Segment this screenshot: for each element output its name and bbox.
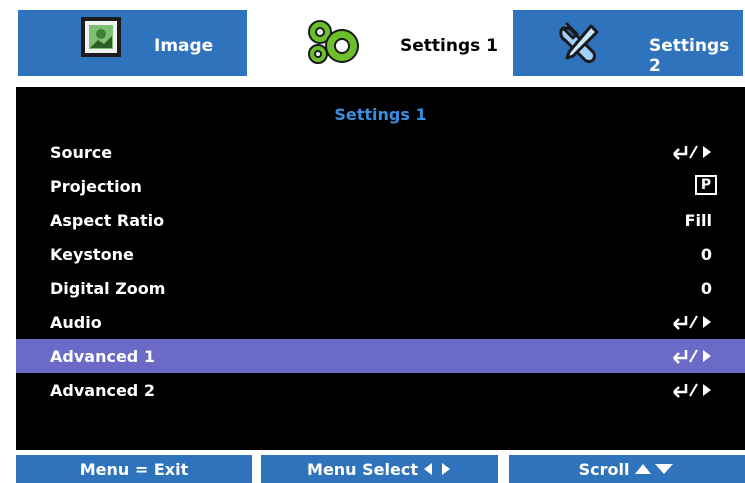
menu-item-source[interactable]: Source [16, 135, 745, 169]
tab-settings-1-label: Settings 1 [400, 36, 498, 56]
tab-settings-2[interactable]: Settings 2 [511, 8, 745, 78]
menu-item-advanced-2[interactable]: Advanced 2 [16, 373, 745, 407]
gears-icon [308, 20, 359, 64]
tab-image[interactable]: Image [16, 8, 249, 78]
menu-item-keystone[interactable]: Keystone 0 [16, 237, 745, 271]
tools-icon [559, 22, 599, 63]
menu-item-label: Keystone [50, 245, 134, 264]
menu-item-label: Source [50, 143, 113, 162]
menu-item-label: Projection [50, 177, 142, 196]
menu-exit-hint[interactable]: Menu = Exit [16, 455, 252, 483]
menu-item-projection[interactable]: Projection P [16, 169, 745, 203]
tab-bar: Image Settings 1 Settings 2 [0, 0, 745, 88]
scroll-hint[interactable]: Scroll [509, 455, 745, 483]
aspect-ratio-value: Fill [684, 211, 712, 230]
tab-settings-2-label: Settings 2 [649, 36, 730, 76]
settings-panel: Settings 1 Source Projection P Aspect Ra… [16, 87, 745, 450]
menu-item-label: Digital Zoom [50, 279, 166, 298]
tab-image-label: Image [154, 36, 214, 56]
left-right-arrows-icon [423, 463, 450, 475]
enter-right-icon [673, 383, 711, 398]
enter-right-icon [673, 145, 711, 160]
menu-item-label: Audio [50, 313, 102, 332]
menu-item-aspect-ratio[interactable]: Aspect Ratio Fill [16, 203, 745, 237]
up-down-arrows-icon [635, 464, 674, 474]
menu-list: Source Projection P Aspect Ratio Fill Ke… [16, 135, 745, 407]
menu-item-label: Aspect Ratio [50, 211, 165, 230]
menu-item-label: Advanced 2 [50, 381, 155, 400]
projection-value-box: P [695, 175, 717, 195]
menu-item-advanced-1[interactable]: Advanced 1 [16, 339, 745, 373]
menu-select-hint[interactable]: Menu Select [261, 455, 498, 483]
menu-exit-label: Menu = Exit [79, 459, 189, 479]
scroll-label: Scroll [578, 459, 630, 479]
projector-osd-menu: Image Settings 1 Settings 2 Settings 1 S… [0, 0, 745, 483]
menu-item-audio[interactable]: Audio [16, 305, 745, 339]
digital-zoom-value: 0 [700, 279, 712, 298]
panel-title: Settings 1 [334, 105, 427, 124]
tab-settings-1[interactable]: Settings 1 [258, 0, 505, 88]
keystone-value: 0 [700, 245, 712, 264]
enter-right-icon [673, 349, 711, 364]
enter-right-icon [673, 315, 711, 330]
footer-help-bar: Menu = Exit Menu Select Scroll [0, 455, 745, 483]
menu-item-digital-zoom[interactable]: Digital Zoom 0 [16, 271, 745, 305]
menu-item-label: Advanced 1 [50, 347, 155, 366]
image-icon [81, 17, 121, 57]
menu-select-label: Menu Select [307, 459, 418, 479]
